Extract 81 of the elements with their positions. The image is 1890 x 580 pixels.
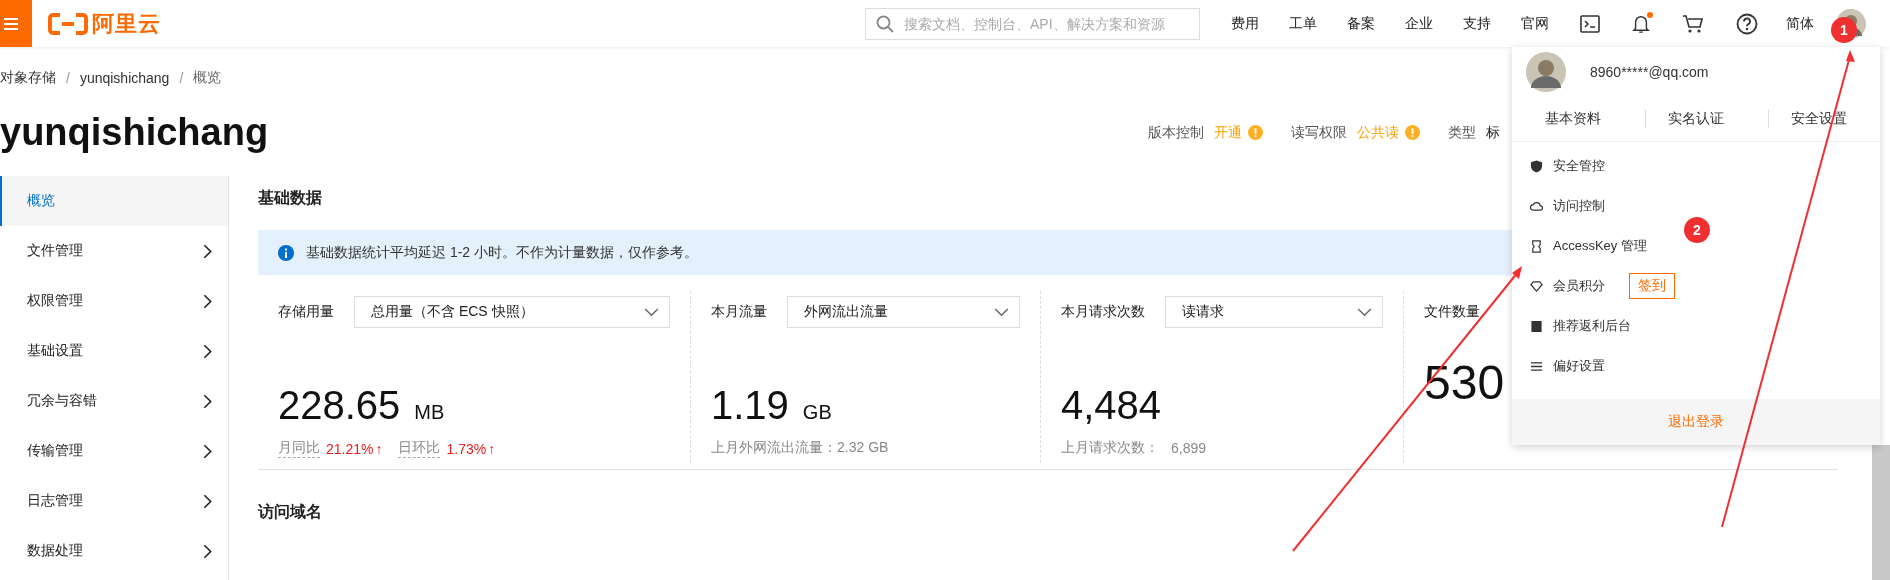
menu-item[interactable]: 访问控制 [1553,197,1605,215]
menu-item[interactable]: AccessKey 管理 [1553,237,1647,255]
trend-arrow: ↑ [488,440,496,457]
account-link[interactable]: 安全设置 [1768,110,1869,128]
breadcrumb-link[interactable]: 对象存储 [0,69,56,87]
section-title: 基础数据 [258,188,322,208]
menu-icon [4,17,18,30]
trend-arrow: ↑ [375,440,383,457]
stat-value: 1.19 [711,383,789,428]
breadcrumb-link[interactable]: yunqishichang [79,70,170,86]
search-field[interactable]: 搜索文档、控制台、API、解决方案和资源 [865,7,1200,40]
sidebar-item[interactable]: 权限管理 [0,276,228,326]
menu-item[interactable]: 推荐返利后台 [1553,317,1631,335]
footnote-value: 6,899 [1171,440,1207,456]
bucket-title: yunqishichang [0,111,269,154]
stat-value: 228.65 [278,383,401,428]
account-link[interactable]: 实名认证 [1645,110,1746,128]
diamond-icon [1530,279,1543,293]
sidebar-item[interactable]: 冗余与容错 [0,376,228,426]
footnote-text: 上月请求次数： [1061,439,1159,457]
stat-label: 存储用量 [278,303,334,321]
section-title: 访问域名 [258,502,322,522]
meta-label: 读写权限 [1291,123,1347,142]
compare-value: 1.73% [446,440,487,457]
notice-text: 基础数据统计平均延迟 1-2 小时。不作为计量数据，仅作参考。 [306,243,698,262]
shield-icon [1530,159,1543,173]
sidebar-item[interactable]: 文件管理 [0,226,228,276]
nav-link[interactable]: 企业 [1405,14,1433,33]
bell-icon[interactable] [1632,13,1650,34]
nav-link[interactable]: 备案 [1347,14,1375,33]
menu-item[interactable]: 偏好设置 [1553,357,1605,375]
meta-label: 类型 [1448,123,1476,142]
compare-label: 月同比 [278,439,320,458]
stat-unit: MB [414,401,445,424]
stat-label: 文件数量 [1424,303,1480,321]
sidebar-item[interactable]: 日志管理 [0,476,228,526]
meta-value: 公共读 [1357,123,1399,142]
compare-label: 日环比 [398,439,441,458]
select-field[interactable]: 读请求 [1165,296,1383,328]
menu-item[interactable]: 安全管控 [1553,157,1605,175]
chevron-down-icon [994,307,1009,317]
footnote-text: 上月外网流出流量：2.32 GB [711,439,889,457]
stat-value: 4,484 [1061,383,1162,428]
select-field[interactable]: 外网流出流量 [787,296,1020,328]
menu-button[interactable] [0,0,32,47]
cloud-icon [1530,199,1543,213]
nav-link[interactable]: 支持 [1463,14,1491,33]
search-icon [876,14,894,33]
compare-value: 21.21% [326,440,374,457]
nav-link[interactable]: 费用 [1231,14,1259,33]
stat-label: 本月流量 [711,303,767,321]
chevron-down-icon [1357,307,1372,317]
account-link[interactable]: 基本资料 [1523,110,1623,128]
info-icon [278,244,294,261]
logo-icon [48,12,88,35]
language-link[interactable]: 简体 [1786,14,1814,33]
meta-value: 开通 [1214,123,1242,142]
cart-icon[interactable] [1682,13,1704,34]
sidebar-item[interactable]: 传输管理 [0,426,228,476]
scrollbar[interactable] [1872,445,1890,580]
nav-link[interactable]: 官网 [1521,14,1549,33]
account-email: 8960*****@qq.com [1590,64,1709,80]
sidebar-item[interactable]: 数据处理 [0,526,228,576]
stat-unit: GB [802,401,832,424]
logo-text: 阿里云 [92,9,161,38]
help-icon[interactable] [1736,12,1758,35]
breadcrumb-separator: / [66,70,70,86]
avatar [1526,52,1566,92]
stat-value: 530 [1424,355,1505,410]
select-field[interactable]: 总用量（不含 ECS 快照） [354,296,670,328]
terminal-icon[interactable] [1580,14,1600,33]
breadcrumb-link[interactable]: 概览 [193,69,222,87]
meta-label: 版本控制 [1148,123,1204,142]
stat-label: 本月请求次数 [1061,303,1145,321]
meta-value: 标 [1486,123,1500,142]
breadcrumb-separator: / [179,70,184,86]
chevron-down-icon [644,307,659,317]
sidebar-item[interactable]: 基础设置 [0,326,228,376]
nav-link[interactable]: 工单 [1289,14,1317,33]
sidebar-item[interactable]: 概览 [0,176,228,226]
menu-item[interactable]: 会员积分 [1553,277,1605,295]
